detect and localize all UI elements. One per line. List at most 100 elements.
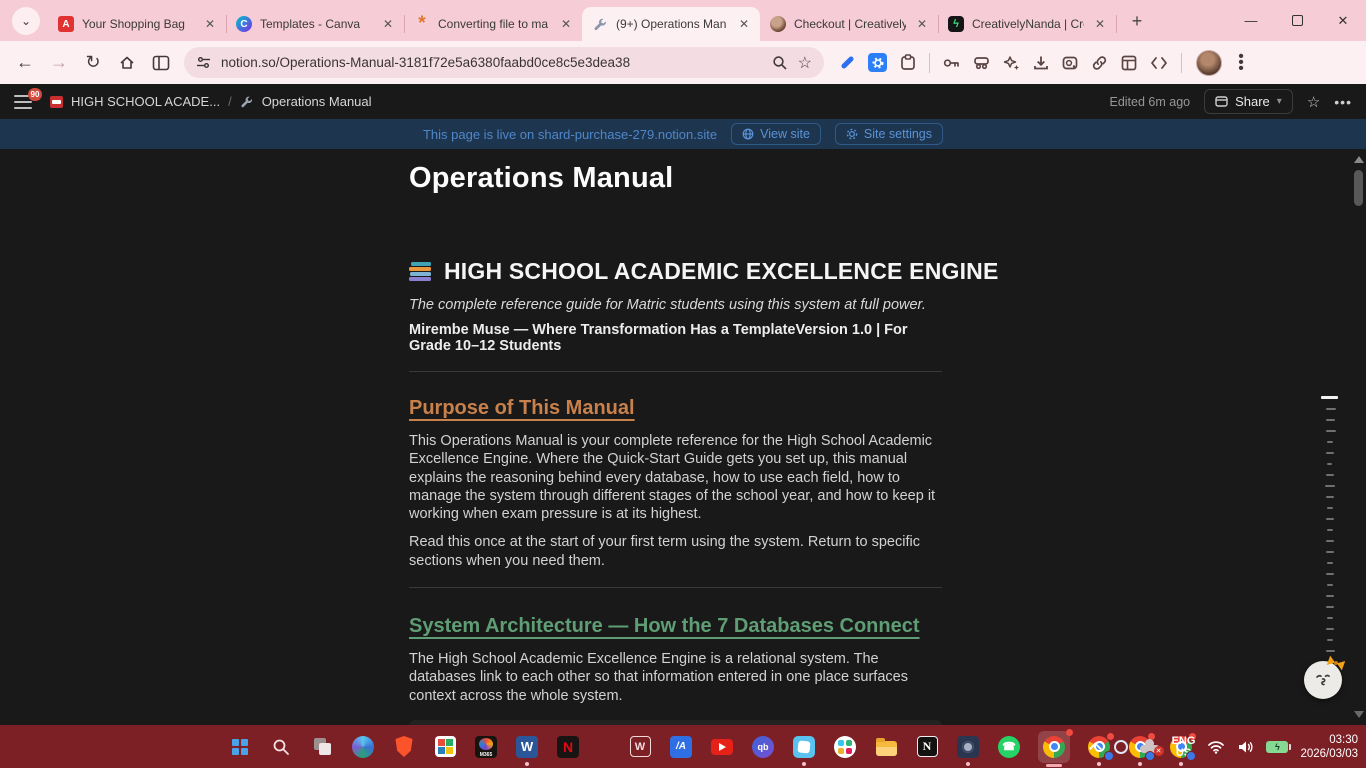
download-icon[interactable] [1033,55,1049,71]
toc-mark[interactable] [1326,408,1336,410]
slack-icon[interactable] [833,735,857,759]
close-icon[interactable]: ✕ [380,16,396,32]
copilot-icon[interactable] [351,735,375,759]
tab-shopping-bag[interactable]: A Your Shopping Bag ✕ [48,7,226,41]
taskbar-search-icon[interactable] [269,735,293,759]
volume-icon[interactable] [1237,740,1254,754]
scroll-down-arrow[interactable] [1354,711,1364,718]
forward-icon[interactable]: → [44,48,74,78]
toc-mark[interactable] [1327,463,1332,465]
address-bar[interactable]: notion.so/Operations-Manual-3181f72e5a63… [184,47,824,78]
table-icon[interactable] [1121,55,1137,71]
close-icon[interactable]: ✕ [558,16,574,32]
chrome-icon-active[interactable] [1038,731,1070,763]
close-window-button[interactable]: ✕ [1320,0,1366,41]
toc-mark[interactable] [1327,617,1333,619]
clock[interactable]: 03:30 2026/03/03 [1300,733,1358,761]
breadcrumb-page[interactable]: Operations Manual [262,94,372,109]
cart-icon[interactable] [973,55,990,70]
back-icon[interactable]: ← [10,48,40,78]
search-icon[interactable] [772,55,788,71]
toc-mark[interactable] [1326,606,1334,608]
toc-mark[interactable] [1327,584,1333,586]
toc-mark[interactable] [1327,507,1333,509]
code-icon[interactable] [1150,56,1168,70]
tab-search-button[interactable]: ⌄ [12,7,40,35]
word-icon[interactable]: W [515,735,539,759]
toc-mark[interactable] [1326,518,1334,520]
url-text[interactable]: notion.so/Operations-Manual-3181f72e5a63… [221,55,762,70]
ms-store-icon[interactable] [433,735,457,759]
toc-mark[interactable] [1326,430,1336,432]
toc-mark[interactable] [1326,595,1334,597]
toc-mark[interactable] [1327,529,1333,531]
tab-creativelynanda[interactable]: ϟ CreativelyNanda | Cre ✕ [938,7,1116,41]
screenshot-icon[interactable] [1062,55,1078,71]
tab-converting-file[interactable]: * Converting file to ma ✕ [404,7,582,41]
link-icon[interactable] [1091,55,1108,71]
reload-icon[interactable]: ↻ [78,48,108,78]
toc-mark[interactable] [1326,551,1334,553]
tab-canva[interactable]: C Templates - Canva ✕ [226,7,404,41]
close-icon[interactable]: ✕ [1092,16,1108,32]
home-icon[interactable] [112,48,142,78]
start-button[interactable] [228,735,252,759]
scroll-up-arrow[interactable] [1354,156,1364,163]
wifi-icon[interactable] [1207,740,1225,754]
toc-mark[interactable] [1326,419,1335,421]
scrollbar[interactable] [1351,149,1366,725]
task-view-icon[interactable] [310,735,334,759]
sidebar-toggle-icon[interactable]: 90 [14,95,32,109]
sparkle-star-icon[interactable] [1003,55,1020,71]
view-site-button[interactable]: View site [731,123,821,145]
slash-a-app-icon[interactable]: /A [669,735,693,759]
qb-app-icon[interactable]: qb [751,735,775,759]
new-tab-button[interactable]: + [1122,6,1152,36]
tab-checkout[interactable]: Checkout | Creatively ✕ [760,7,938,41]
close-icon[interactable]: ✕ [202,16,218,32]
close-icon[interactable]: ✕ [914,16,930,32]
toc-mark[interactable] [1326,573,1334,575]
clipboard-icon[interactable] [900,54,916,71]
side-panel-icon[interactable] [146,48,176,78]
paint-app-icon[interactable] [792,735,816,759]
favorite-star-icon[interactable]: ☆ [1307,93,1320,111]
site-info-icon[interactable] [196,56,211,69]
netflix-icon[interactable]: N [556,735,580,759]
scrollbar-thumb[interactable] [1354,170,1363,206]
youtube-icon[interactable] [710,735,734,759]
profile-avatar[interactable] [1196,50,1222,76]
wattpad-icon[interactable]: W [628,735,652,759]
section-heading-architecture[interactable]: System Architecture — How the 7 Database… [409,615,920,638]
battery-icon[interactable]: ϟ [1266,741,1288,753]
toc-mark[interactable] [1326,452,1334,454]
toc-mark[interactable] [1326,540,1334,542]
file-explorer-icon[interactable] [874,735,898,759]
minimize-button[interactable]: — [1228,0,1274,41]
site-settings-button[interactable]: Site settings [835,123,943,145]
media-player-icon[interactable] [956,735,980,759]
pen-icon[interactable] [840,55,854,69]
toc-mark[interactable] [1325,485,1335,487]
key-icon[interactable] [943,57,960,69]
notion-ai-button[interactable] [1304,661,1342,699]
ring-tray-icon[interactable] [1114,740,1128,754]
toc-mark[interactable] [1327,562,1333,564]
toc-mark[interactable] [1326,474,1334,476]
close-icon[interactable]: ✕ [736,16,752,32]
tab-operations-manual[interactable]: (9+) Operations Man ✕ [582,7,760,41]
page-menu-icon[interactable]: ••• [1334,94,1352,110]
toc-mark[interactable] [1327,441,1333,443]
toc-mark[interactable] [1326,628,1334,630]
bookmark-star-icon[interactable]: ☆ [798,53,812,73]
section-heading-purpose[interactable]: Purpose of This Manual [409,397,635,420]
m365-icon[interactable]: M365 [474,735,498,759]
brave-icon[interactable] [392,735,416,759]
whatsapp-icon[interactable]: ☎ [997,735,1021,759]
notion-app-icon[interactable]: N [915,735,939,759]
gear-square-icon[interactable] [868,53,887,72]
share-button[interactable]: Share ▾ [1204,89,1293,114]
toc-mark[interactable] [1321,396,1338,399]
browser-menu-icon[interactable]: ••• [1234,54,1248,72]
toc-mark[interactable] [1327,639,1333,641]
